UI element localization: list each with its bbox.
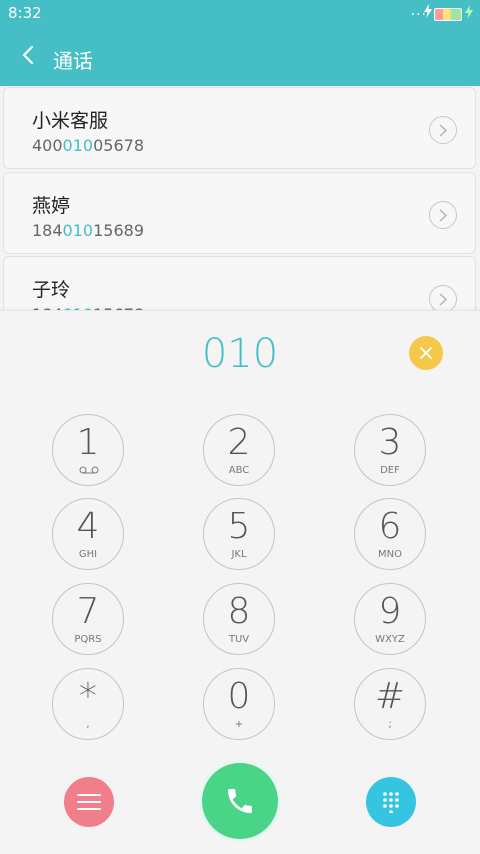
- key-letters: ,: [86, 719, 90, 730]
- contact-name: 燕婷: [32, 195, 71, 217]
- key-7[interactable]: 7 PQRS: [52, 583, 124, 655]
- key-1[interactable]: 1: [52, 414, 124, 486]
- key-letters: MNO: [378, 549, 402, 560]
- dialed-number[interactable]: 010: [140, 331, 340, 377]
- contact-card-1[interactable]: 小米客服 40001005678: [3, 87, 476, 169]
- menu-button[interactable]: [64, 777, 114, 827]
- key-digit: 2: [227, 422, 251, 463]
- bolt-icon: [424, 4, 432, 18]
- battery-icon: [434, 8, 462, 21]
- key-digit: 3: [378, 422, 402, 463]
- key-letters: TUV: [228, 634, 250, 645]
- key-digit: 7: [76, 591, 100, 632]
- dialpad-panel: 010 1 2 ABC 3 DEF 4 GHI 5 JKL 6 MNO 7 PQ…: [0, 310, 480, 854]
- key-0[interactable]: 0 +: [203, 668, 275, 740]
- number-match: 010: [62, 136, 94, 155]
- key-8[interactable]: 8 TUV: [203, 583, 275, 655]
- key-3[interactable]: 3 DEF: [354, 414, 426, 486]
- charging-icon: [465, 5, 473, 19]
- chevron-right-icon: [439, 124, 448, 137]
- clear-button[interactable]: [409, 336, 443, 370]
- key-hash[interactable]: # ;: [354, 668, 426, 740]
- key-letters: GHI: [78, 549, 98, 560]
- voicemail-icon: [79, 466, 99, 474]
- menu-icon: [77, 794, 101, 810]
- close-icon: [420, 347, 432, 359]
- key-digit: 8: [227, 591, 251, 632]
- chevron-left-icon[interactable]: [18, 44, 40, 66]
- key-letters: DEF: [380, 465, 400, 476]
- key-2[interactable]: 2 ABC: [203, 414, 275, 486]
- key-digit: 1: [76, 422, 100, 463]
- app-bar: 通话: [0, 28, 480, 86]
- contact-card-2[interactable]: 燕婷 18401015689: [3, 172, 476, 254]
- key-6[interactable]: 6 MNO: [354, 498, 426, 570]
- key-digit: 0: [227, 676, 251, 717]
- key-letters: WXYZ: [375, 634, 405, 645]
- key-digit: 4: [76, 506, 100, 547]
- key-letters: JKL: [231, 549, 247, 560]
- status-bar: 8:32 ...: [0, 0, 480, 28]
- number-match: 010: [62, 221, 94, 240]
- contact-detail-button[interactable]: [429, 201, 457, 229]
- key-letters: +: [234, 719, 244, 730]
- contact-detail-button[interactable]: [429, 116, 457, 144]
- contact-name: 子玲: [32, 279, 71, 301]
- contact-number: 18401015689: [32, 221, 144, 240]
- dialpad-icon: [383, 792, 399, 813]
- chevron-right-icon: [439, 209, 448, 222]
- call-button[interactable]: [202, 763, 278, 839]
- contact-detail-button[interactable]: [429, 285, 457, 310]
- phone-icon: [228, 789, 252, 813]
- key-letters: ;: [388, 719, 392, 730]
- contact-list: 小米客服 40001005678 燕婷 18401015689 子玲 18401…: [0, 86, 480, 310]
- key-4[interactable]: 4 GHI: [52, 498, 124, 570]
- key-letters: ABC: [228, 465, 250, 476]
- keypad-toggle-button[interactable]: [366, 777, 416, 827]
- key-digit: 9: [378, 591, 402, 632]
- contact-name: 小米客服: [32, 110, 109, 132]
- contact-number: 40001005678: [32, 136, 144, 155]
- key-digit: 5: [227, 506, 251, 547]
- key-digit: *: [79, 676, 97, 717]
- key-star[interactable]: * ,: [52, 668, 124, 740]
- chevron-right-icon: [439, 293, 448, 306]
- key-digit: #: [374, 676, 406, 717]
- contact-card-3[interactable]: 子玲 18401015678: [3, 256, 476, 310]
- key-letters: PQRS: [74, 634, 102, 645]
- page-title: 通话: [53, 49, 93, 73]
- key-digit: 6: [378, 506, 402, 547]
- key-5[interactable]: 5 JKL: [203, 498, 275, 570]
- key-9[interactable]: 9 WXYZ: [354, 583, 426, 655]
- status-time: 8:32: [8, 4, 42, 22]
